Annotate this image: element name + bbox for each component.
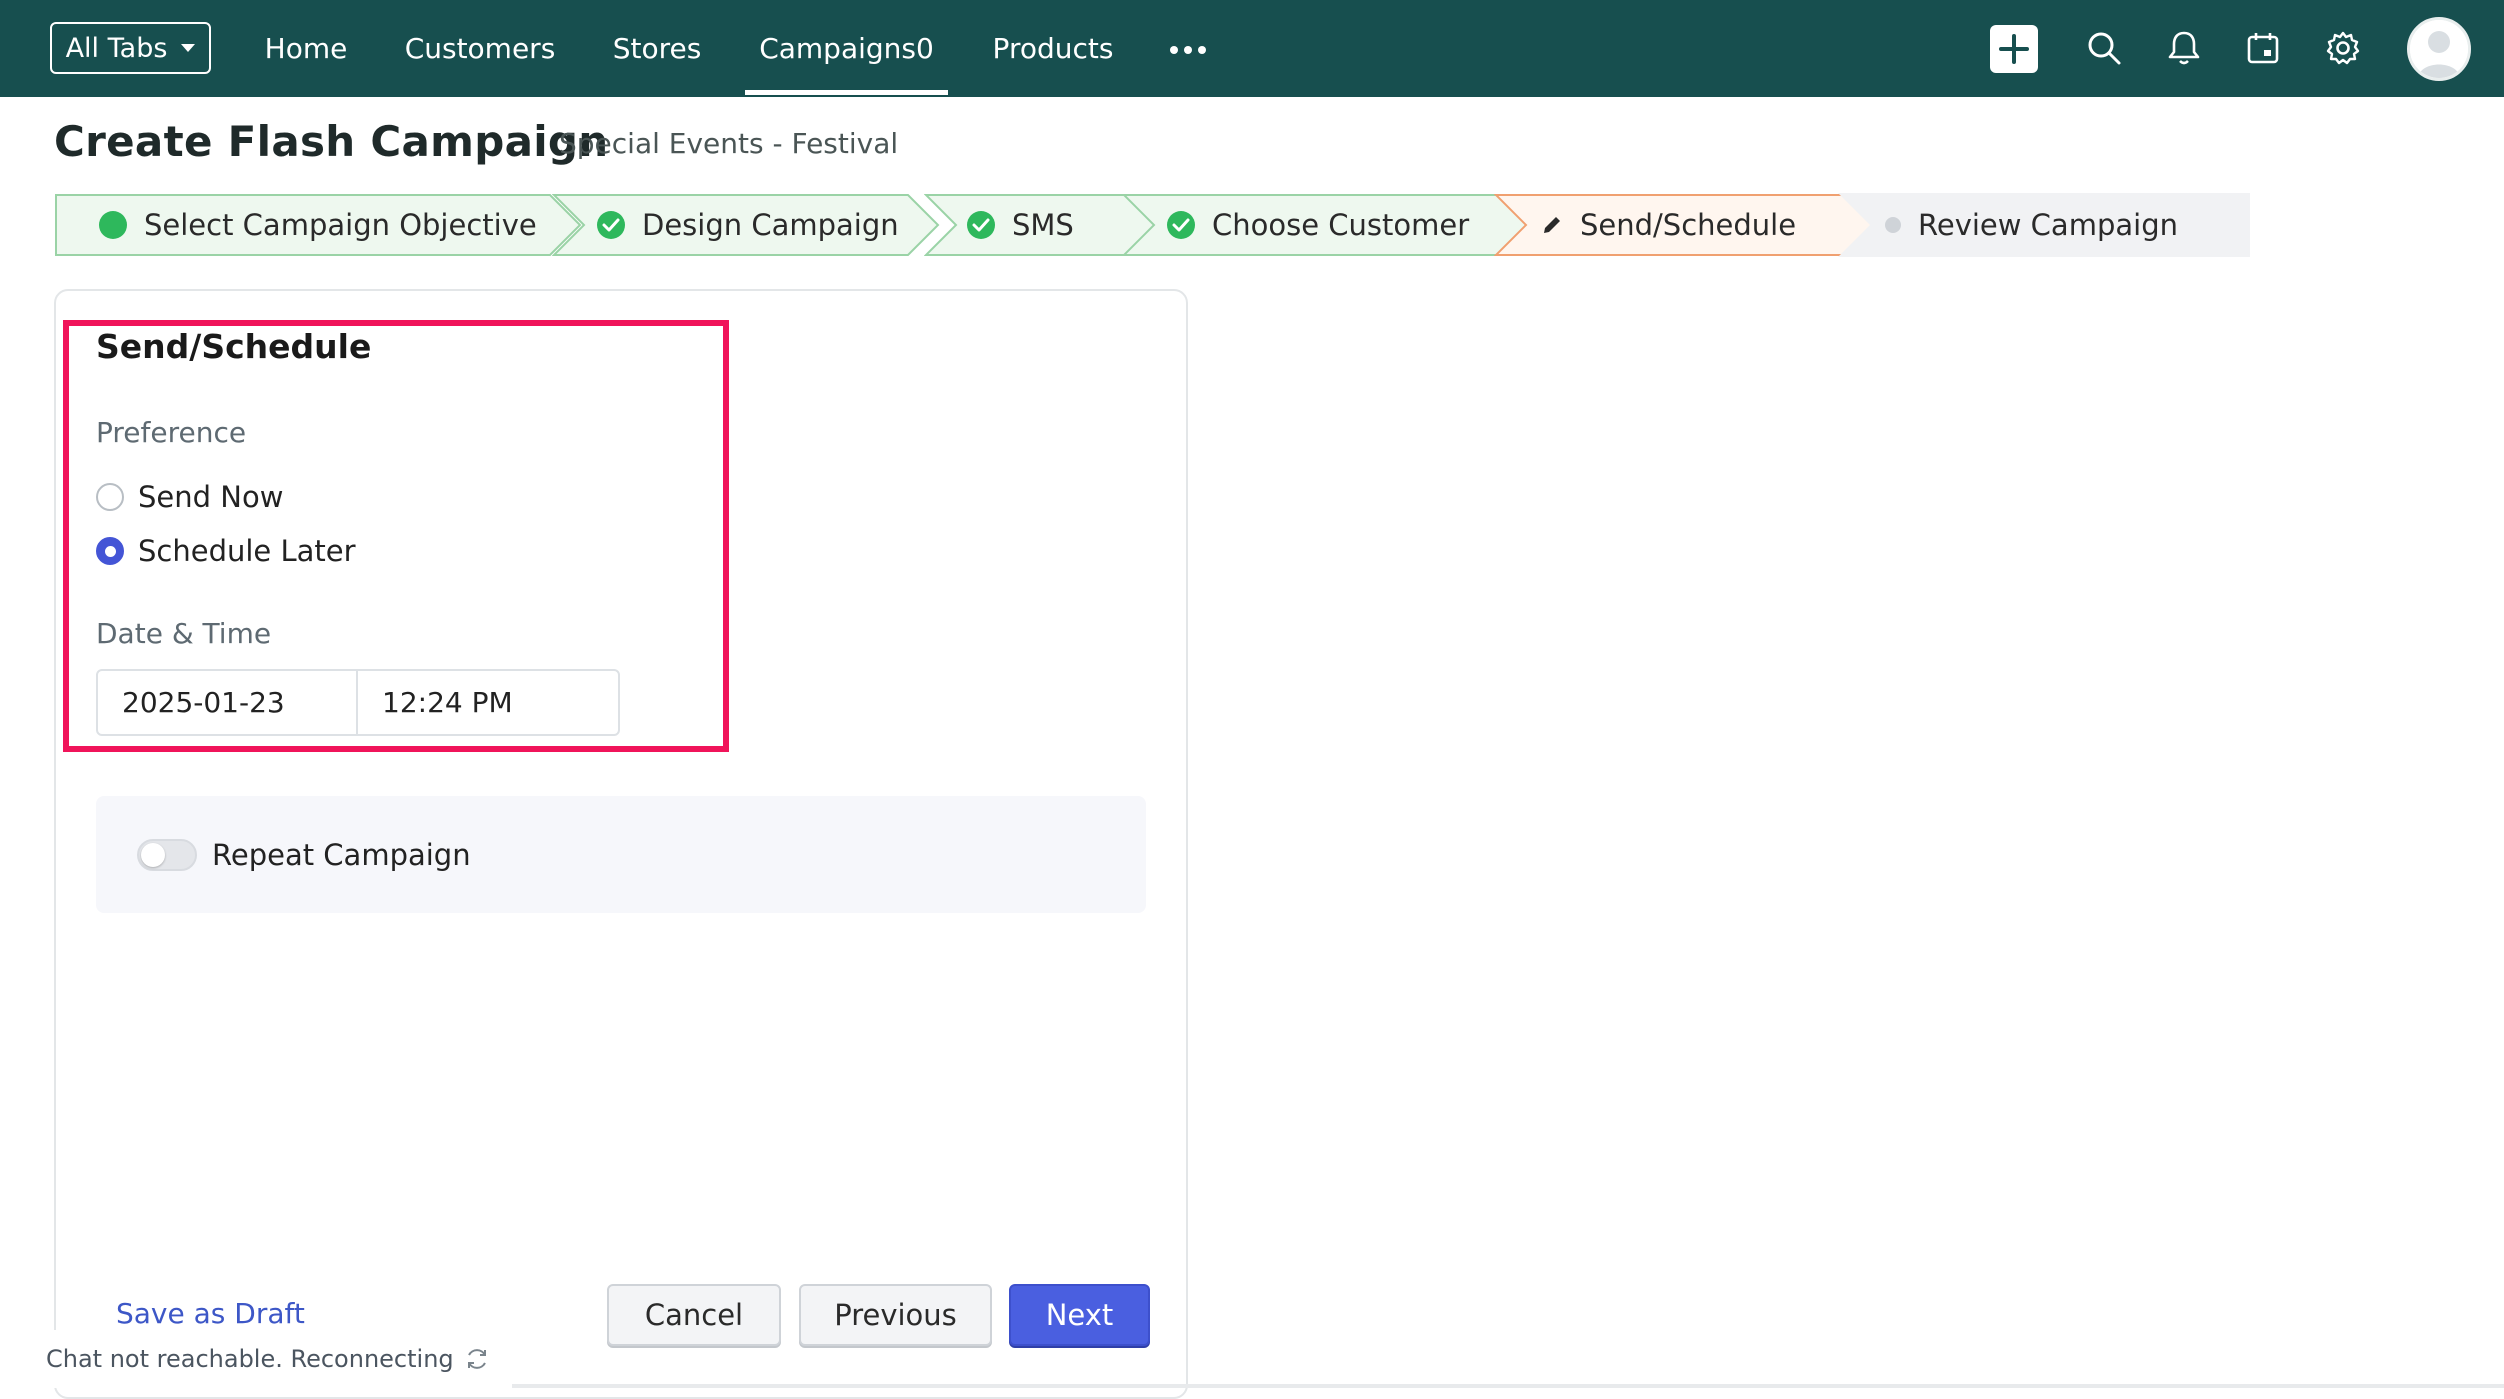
all-tabs-label: All Tabs — [65, 32, 168, 64]
bottom-divider — [512, 1384, 2504, 1388]
cancel-button[interactable]: Cancel — [607, 1284, 781, 1346]
check-circle-icon — [1167, 211, 1195, 239]
calendar-icon[interactable] — [2239, 24, 2287, 72]
radio-label: Schedule Later — [138, 534, 356, 568]
check-circle-icon — [967, 211, 995, 239]
step-label: Review Campaign — [1918, 208, 2178, 242]
chat-status-bar: Chat not reachable. Reconnecting — [32, 1330, 512, 1388]
step-done-dot-icon — [99, 211, 127, 239]
radio-checked-icon[interactable] — [96, 537, 124, 565]
date-input[interactable]: 2025-01-23 — [98, 671, 358, 734]
plus-icon[interactable] — [1990, 25, 2038, 73]
bell-icon[interactable] — [2160, 24, 2208, 72]
top-nav-bar: All Tabs Home Customers Stores Campaigns… — [0, 0, 2504, 97]
check-circle-icon — [597, 211, 625, 239]
tab-stores[interactable]: Stores — [606, 0, 708, 97]
caret-down-icon — [181, 44, 196, 52]
step-select-campaign-objective[interactable]: Select Campaign Objective — [54, 193, 582, 257]
tab-products[interactable]: Products — [988, 0, 1118, 97]
refresh-icon[interactable] — [464, 1346, 490, 1372]
next-button[interactable]: Next — [1009, 1284, 1150, 1346]
step-label: Choose Customer — [1212, 208, 1470, 242]
datetime-field: 2025-01-23 12:24 PM — [96, 669, 620, 736]
chat-status-text: Chat not reachable. Reconnecting — [46, 1345, 454, 1373]
more-tabs-icon[interactable] — [1170, 30, 1206, 70]
datetime-label: Date & Time — [96, 617, 272, 650]
page-subtitle: Special Events - Festival — [559, 127, 899, 160]
gear-icon[interactable] — [2319, 24, 2367, 72]
page-title: Create Flash Campaign — [54, 117, 609, 166]
repeat-campaign-toggle[interactable] — [137, 839, 197, 871]
step-label: Send/Schedule — [1580, 208, 1797, 242]
section-title: Send/Schedule — [96, 327, 372, 366]
repeat-campaign-label: Repeat Campaign — [212, 838, 471, 872]
step-label: Select Campaign Objective — [144, 208, 537, 242]
pending-dot-icon — [1885, 217, 1901, 233]
tab-home[interactable]: Home — [258, 0, 354, 97]
radio-unchecked-icon[interactable] — [96, 483, 124, 511]
step-label: Design Campaign — [642, 208, 899, 242]
all-tabs-dropdown[interactable]: All Tabs — [50, 22, 211, 74]
preference-label: Preference — [96, 416, 247, 449]
radio-send-now[interactable]: Send Now — [96, 480, 283, 514]
avatar[interactable] — [2407, 17, 2471, 81]
radio-label: Send Now — [138, 480, 284, 514]
previous-button[interactable]: Previous — [799, 1284, 992, 1346]
step-label: SMS — [1012, 208, 1074, 242]
tab-campaigns[interactable]: Campaigns0 — [745, 0, 948, 97]
pencil-icon — [1544, 217, 1560, 233]
step-review-campaign[interactable]: Review Campaign — [1838, 193, 2250, 257]
step-design-campaign[interactable]: Design Campaign — [552, 193, 942, 257]
time-input[interactable]: 12:24 PM — [358, 671, 513, 734]
search-icon[interactable] — [2080, 24, 2128, 72]
step-send-schedule[interactable]: Send/Schedule — [1494, 193, 1894, 257]
tab-customers[interactable]: Customers — [404, 0, 556, 97]
radio-schedule-later[interactable]: Schedule Later — [96, 534, 356, 568]
save-as-draft-link[interactable]: Save as Draft — [116, 1297, 305, 1330]
